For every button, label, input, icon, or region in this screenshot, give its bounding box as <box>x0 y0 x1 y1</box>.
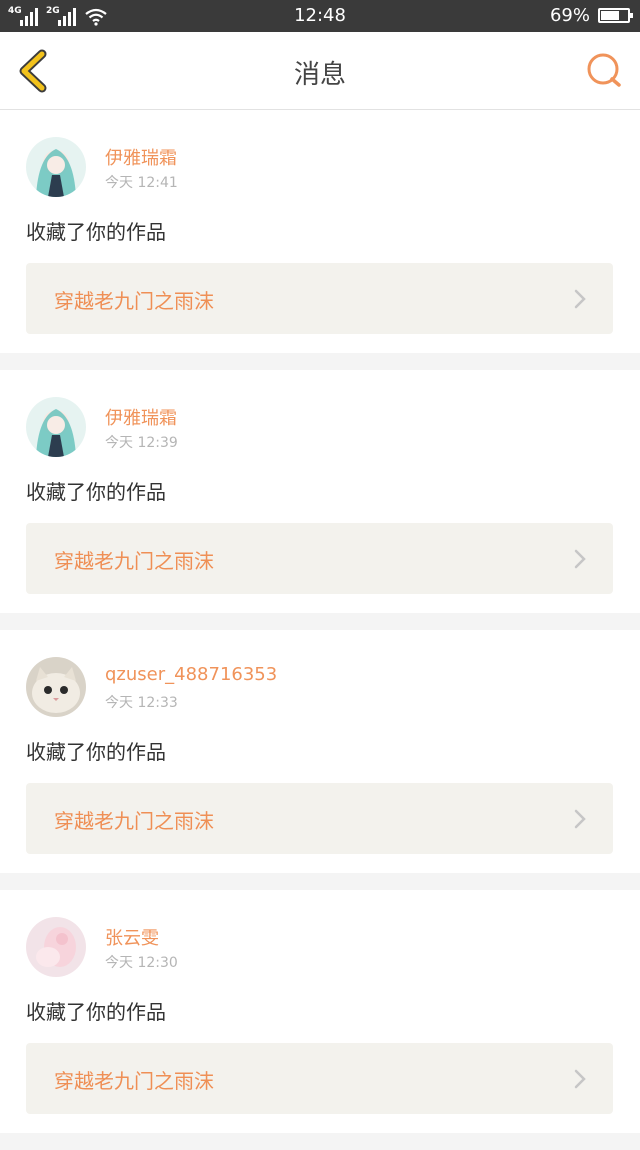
battery-level <box>601 11 619 20</box>
user-name[interactable]: 张云雯 <box>105 924 159 950</box>
work-title: 穿越老九门之雨沫 <box>54 549 214 573</box>
user-name[interactable]: 伊雅瑞霜 <box>105 144 177 170</box>
battery-area: 69% <box>549 5 633 26</box>
battery-icon <box>598 8 633 23</box>
work-title: 穿越老九门之雨沫 <box>54 1069 214 1093</box>
user-name[interactable]: qzuser_488716353 <box>105 664 277 685</box>
notification-card: 张云雯 今天 12:30 收藏了你的作品 穿越老九门之雨沫 <box>0 890 640 1133</box>
action-text: 收藏了你的作品 <box>26 1000 166 1024</box>
status-time: 12:48 <box>294 5 346 26</box>
work-link[interactable]: 穿越老九门之雨沫 <box>26 1043 613 1114</box>
chevron-right-icon <box>574 549 586 569</box>
notification-card: qzuser_488716353 今天 12:33 收藏了你的作品 穿越老九门之… <box>0 630 640 873</box>
chevron-right-icon <box>574 289 586 309</box>
action-text: 收藏了你的作品 <box>26 220 166 244</box>
avatar[interactable] <box>26 917 86 977</box>
work-title: 穿越老九门之雨沫 <box>54 809 214 833</box>
avatar[interactable] <box>26 137 86 197</box>
avatar[interactable] <box>26 657 86 717</box>
work-title: 穿越老九门之雨沫 <box>54 289 214 313</box>
timestamp: 今天 12:41 <box>105 175 178 191</box>
chevron-right-icon <box>574 1069 586 1089</box>
nav-bar: 消息 <box>0 32 640 110</box>
work-link[interactable]: 穿越老九门之雨沫 <box>26 783 613 854</box>
page-title: 消息 <box>293 60 346 90</box>
battery-percent: 69% <box>549 5 590 26</box>
notification-card: 伊雅瑞霜 今天 12:41 收藏了你的作品 穿越老九门之雨沫 <box>0 110 640 353</box>
notification-list: 伊雅瑞霜 今天 12:41 收藏了你的作品 穿越老九门之雨沫 伊雅瑞霜 今天 1… <box>0 110 640 1150</box>
work-link[interactable]: 穿越老九门之雨沫 <box>26 523 613 594</box>
user-name[interactable]: 伊雅瑞霜 <box>105 404 177 430</box>
action-text: 收藏了你的作品 <box>26 740 166 764</box>
action-text: 收藏了你的作品 <box>26 480 166 504</box>
avatar[interactable] <box>26 397 86 457</box>
timestamp: 今天 12:39 <box>105 435 178 451</box>
chevron-right-icon <box>574 809 586 829</box>
notification-card: 伊雅瑞霜 今天 12:39 收藏了你的作品 穿越老九门之雨沫 <box>0 370 640 613</box>
timestamp: 今天 12:33 <box>105 695 178 711</box>
work-link[interactable]: 穿越老九门之雨沫 <box>26 263 613 334</box>
timestamp: 今天 12:30 <box>105 955 178 971</box>
status-bar: 4G 2G 12:48 69% <box>0 0 640 32</box>
search-icon[interactable] <box>584 50 624 90</box>
